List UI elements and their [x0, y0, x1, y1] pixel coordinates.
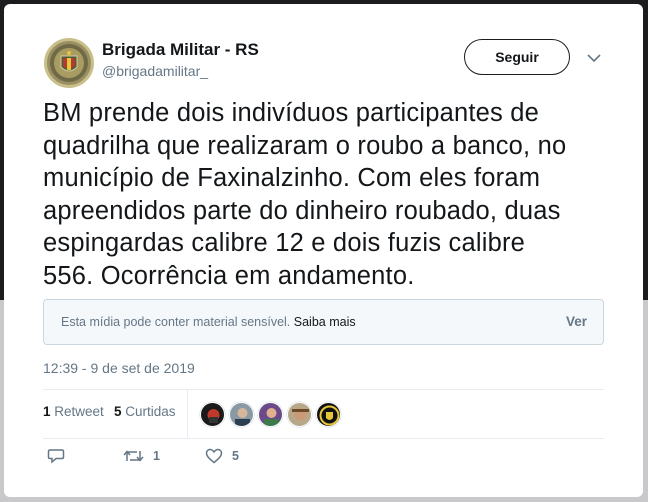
- tweet-line: 556. Ocorrência em andamento.: [43, 261, 415, 290]
- retweets-stat[interactable]: 1 Retweet: [43, 404, 104, 419]
- retweet-count: 1: [153, 449, 160, 463]
- divider: [187, 390, 188, 438]
- author-handle[interactable]: @brigadamilitar_: [102, 63, 208, 79]
- tweet-line: BM prende dois indivíduos participantes …: [43, 99, 540, 127]
- likes-count: 5: [114, 404, 122, 419]
- reply-icon: [47, 449, 65, 464]
- tweet-line: espingardas calibre 12 e dois fuzis cali…: [43, 229, 526, 258]
- retweets-label: Retweet: [54, 404, 104, 419]
- retweet-button[interactable]: 1: [123, 448, 160, 464]
- tweet-line: quadrilha que realizaram o roubo a banco…: [43, 131, 567, 160]
- liker-avatar[interactable]: [316, 402, 341, 427]
- sensitive-message-text: Esta mídia pode conter material sensível…: [61, 315, 291, 329]
- liker-avatar[interactable]: [200, 402, 225, 427]
- liker-avatar[interactable]: [258, 402, 283, 427]
- likes-stat[interactable]: 5 Curtidas: [114, 404, 176, 419]
- author-name[interactable]: Brigada Militar - RS: [102, 40, 259, 60]
- heart-icon: [205, 448, 223, 464]
- divider: [43, 438, 604, 439]
- tweet-modal: Brigada Militar - RS @brigadamilitar_ Se…: [4, 4, 643, 497]
- sensitive-media-warning: Esta mídia pode conter material sensível…: [43, 299, 604, 345]
- chevron-down-icon[interactable]: [584, 50, 604, 66]
- retweets-count: 1: [43, 404, 51, 419]
- liker-avatar[interactable]: [229, 402, 254, 427]
- view-media-button[interactable]: Ver: [566, 314, 587, 329]
- tweet-text: BM prende dois indivíduos participantes …: [43, 97, 623, 293]
- learn-more-link[interactable]: Saiba mais: [294, 315, 356, 329]
- tweet-line: município de Faxinalzinho. Com eles fora…: [43, 164, 541, 193]
- likes-label: Curtidas: [125, 404, 176, 419]
- tweet-timestamp[interactable]: 12:39 - 9 de set de 2019: [43, 360, 195, 376]
- follow-button[interactable]: Seguir: [464, 39, 570, 75]
- reply-button[interactable]: [47, 448, 65, 464]
- liker-avatar[interactable]: [287, 402, 312, 427]
- retweet-icon: [123, 450, 144, 462]
- tweet-stats: 1 Retweet 5 Curtidas: [43, 390, 604, 438]
- like-button[interactable]: 5: [205, 448, 239, 464]
- author-avatar[interactable]: [44, 38, 94, 88]
- sensitive-media-message: Esta mídia pode conter material sensível…: [61, 315, 356, 329]
- police-badge-icon: [50, 44, 88, 82]
- tweet-line: apreendidos parte do dinheiro roubado, d…: [43, 196, 561, 225]
- tweet-actions: 1 5: [43, 448, 604, 472]
- like-count: 5: [232, 449, 239, 463]
